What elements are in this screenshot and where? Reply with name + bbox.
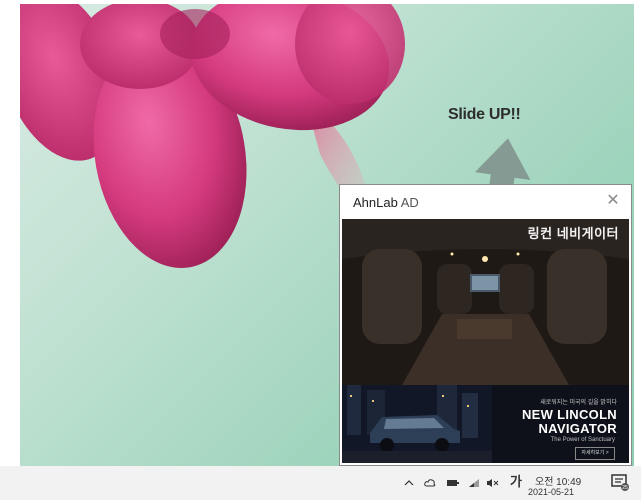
clock-date[interactable]: 2021-05-21 [528,487,574,497]
ahnlab-ad-popup: AhnLab AD ✕ 링컨 네비게이터 새로워지는 미국의 길을 밝히다 NE… [339,184,632,466]
car-interior-image [342,219,629,385]
ime-indicator[interactable]: 가 [510,475,522,488]
cloud-icon[interactable] [424,478,436,491]
ad-brand-text: 링컨 네비게이터 [527,226,619,241]
network-icon[interactable] [468,478,480,491]
close-icon[interactable]: ✕ [603,191,623,211]
suv-city-image [342,385,492,463]
popup-header: AhnLab AD ✕ [340,185,631,219]
ad-headline-line2: NAVIGATOR [538,421,617,436]
chevron-up-icon[interactable] [404,478,414,491]
ad-headline-line1: NEW LINCOLN [521,407,617,422]
ad-cta-button[interactable]: 자세히보기 > [575,447,615,460]
ad-tagline: The Power of Sanctuary [550,437,615,443]
popup-title-suffix: AD [397,195,419,210]
battery-icon[interactable] [447,478,459,491]
ad-banner[interactable]: 링컨 네비게이터 새로워지는 미국의 길을 밝히다 NEW LINCOLN NA… [342,219,629,463]
popup-title-brand: AhnLab [353,195,398,210]
volume-muted-icon[interactable] [486,478,500,491]
notification-icon[interactable]: 25 [610,472,630,492]
slide-up-label: Slide UP!! [448,106,521,123]
ad-small-text: 새로워지는 미국의 길을 밝히다 [540,400,617,406]
ad-bottom-panel: 새로워지는 미국의 길을 밝히다 NEW LINCOLN NAVIGATOR T… [342,385,629,463]
clock-time[interactable]: 오전 10:49 [535,473,581,488]
svg-text:25: 25 [622,485,628,491]
popup-title: AhnLab AD [353,195,419,210]
